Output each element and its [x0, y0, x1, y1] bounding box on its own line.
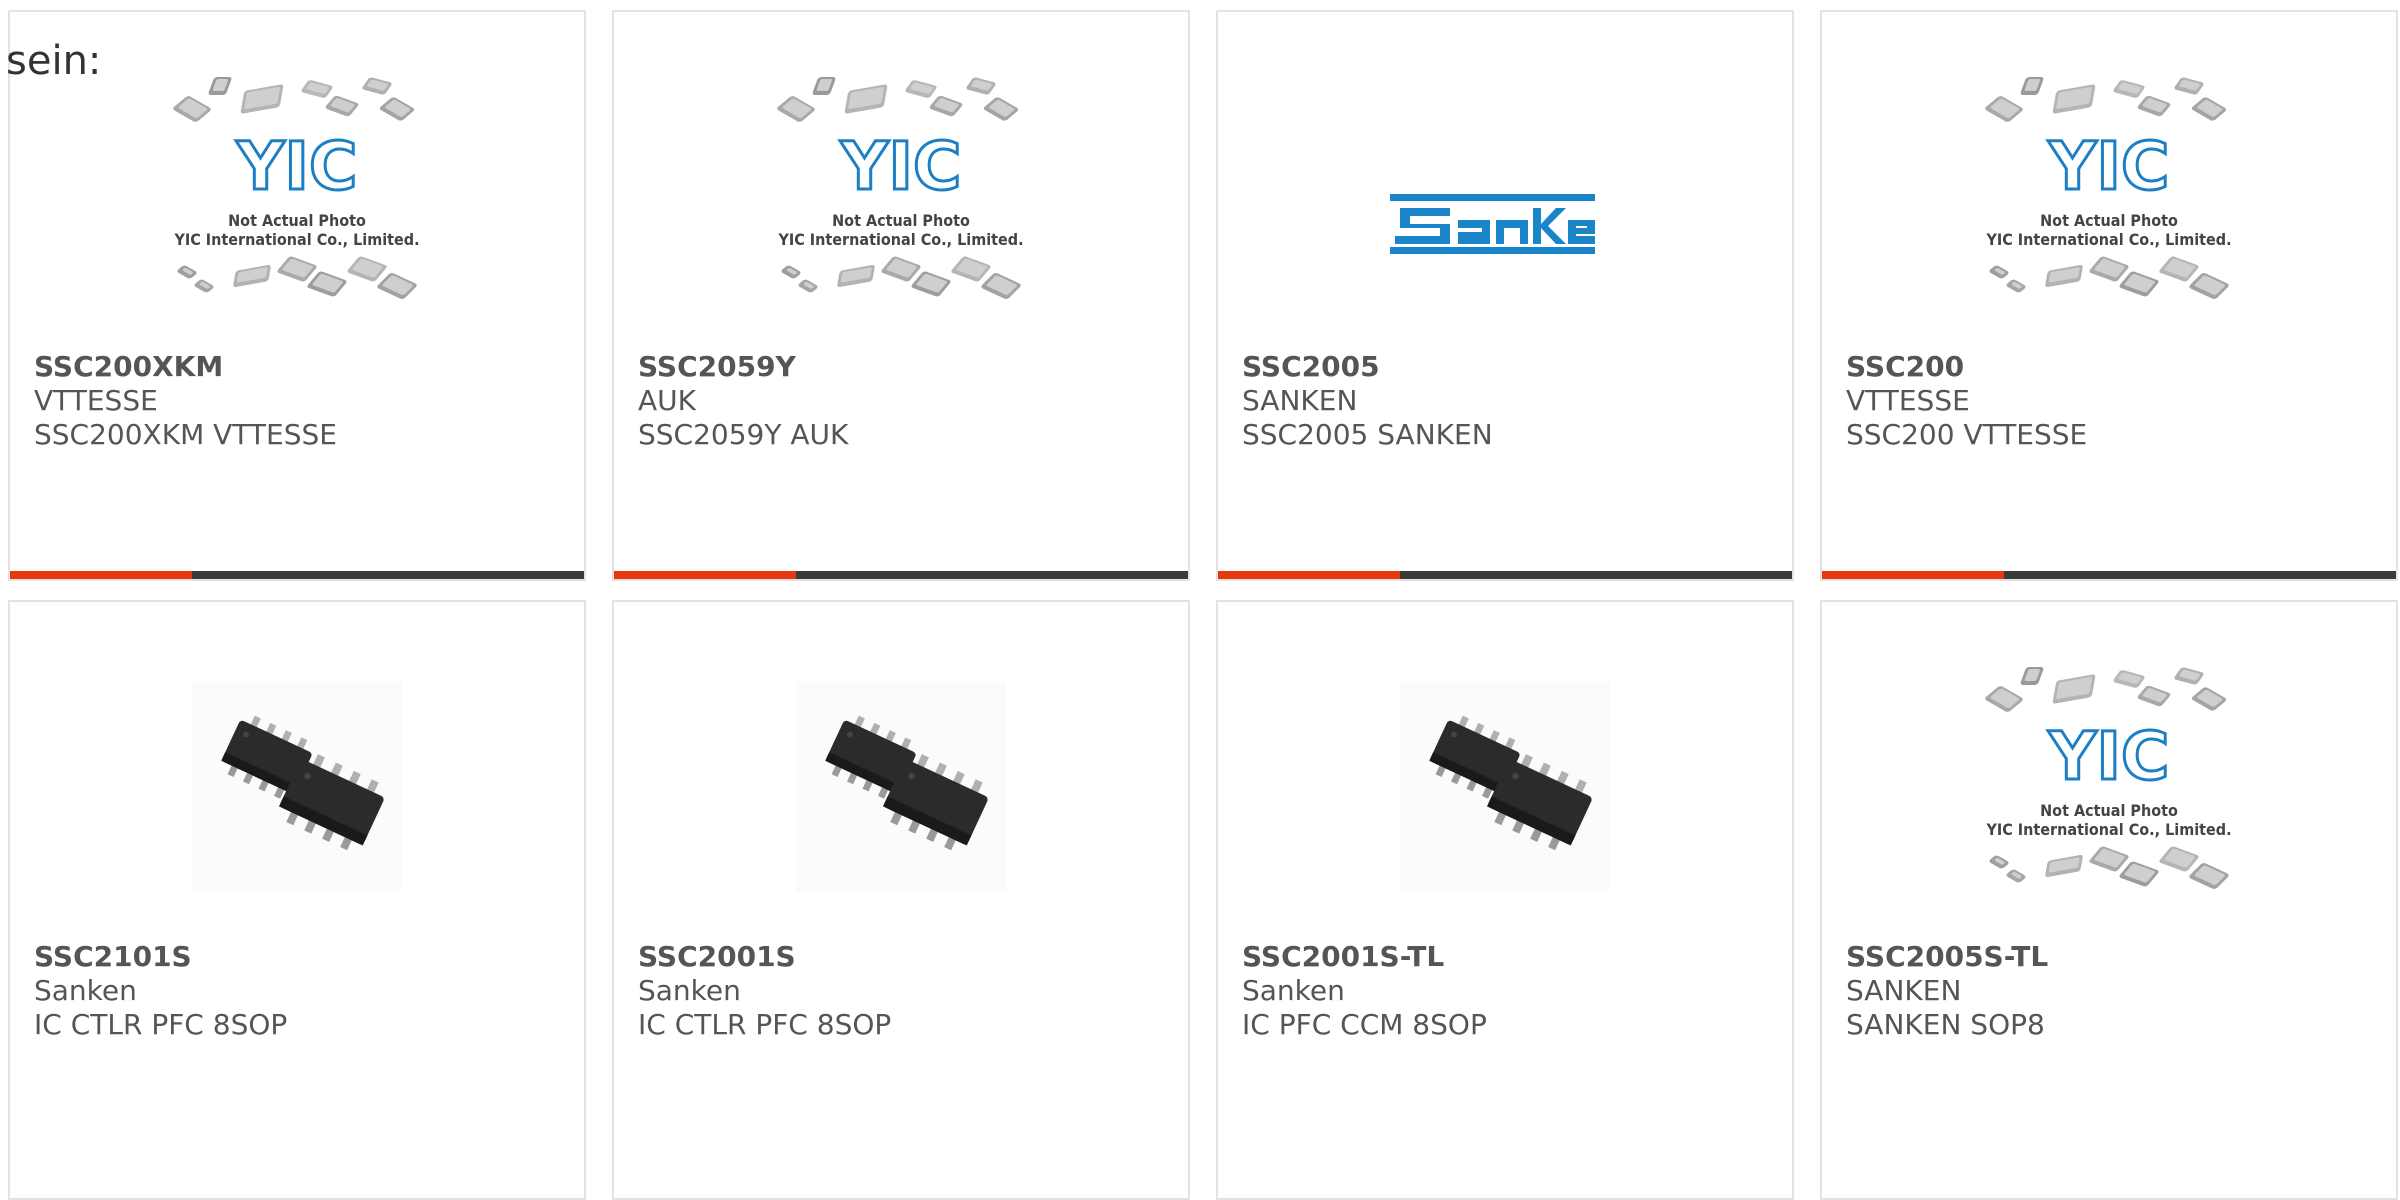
product-image[interactable]: YIC Not Actual Photo YIC International Co.…: [1822, 654, 2396, 944]
manufacturer: SANKEN: [1846, 974, 1962, 1007]
part-number-link[interactable]: SSC2059Y: [638, 350, 848, 384]
manufacturer: AUK: [638, 384, 697, 417]
yic-placeholder-image: YIC Not Actual PhotoYIC International Co.…: [173, 77, 420, 299]
svg-text:Not Actual Photo: Not Actual Photo: [228, 211, 366, 230]
product-grid: YIC Not Actual Photo YIC International Co.…: [8, 10, 2400, 1200]
product-card[interactable]: YIC Not Actual Photo YIC International Co.…: [612, 10, 1190, 581]
manufacturer: VTTESSE: [1846, 384, 1970, 417]
card-bar: [614, 571, 1188, 579]
svg-text:YIC International Co., Limited: YIC International Co., Limited.: [777, 230, 1023, 249]
yic-placeholder-image: YIC Not Actual PhotoYIC International Co.…: [1985, 77, 2232, 299]
part-number-link[interactable]: SSC200XKM: [34, 350, 337, 384]
sanken-logo-image: [1390, 194, 1595, 254]
svg-text:YIC International Co., Limited: YIC International Co., Limited.: [173, 230, 419, 249]
product-card[interactable]: YIC Not Actual Photo YIC International Co.…: [8, 10, 586, 581]
intro-text: sein:: [6, 38, 102, 84]
manufacturer: Sanken: [638, 974, 741, 1007]
manufacturer: Sanken: [1242, 974, 1345, 1007]
svg-text:YIC International Co., Limited: YIC International Co., Limited.: [1985, 230, 2231, 249]
part-number-link[interactable]: SSC200: [1846, 350, 2087, 384]
description: SANKEN SOP8: [1846, 1008, 2045, 1041]
product-image[interactable]: [1218, 682, 1792, 972]
yic-placeholder-image: YIC Not Actual PhotoYIC International Co.…: [1985, 667, 2232, 889]
yic-placeholder-image: YIC Not Actual PhotoYIC International Co.…: [777, 77, 1024, 299]
product-card[interactable]: SSC2001S-TL Sanken IC PFC CCM 8SOP: [1216, 600, 1794, 1200]
product-image[interactable]: YIC Not Actual Photo YIC International Co.…: [1822, 64, 2396, 354]
description: IC CTLR PFC 8SOP: [638, 1008, 892, 1041]
svg-text:Not Actual Photo: Not Actual Photo: [2040, 211, 2178, 230]
product-card[interactable]: YIC Not Actual Photo YIC International Co.…: [1820, 10, 2398, 581]
product-card[interactable]: SSC2001S Sanken IC CTLR PFC 8SOP: [612, 600, 1190, 1200]
description: SSC200XKM VTTESSE: [34, 418, 337, 451]
sop8-chip-image: [192, 682, 402, 892]
card-bar: [1218, 571, 1792, 579]
part-number-link[interactable]: SSC2101S: [34, 940, 287, 974]
manufacturer: Sanken: [34, 974, 137, 1007]
description: SSC200 VTTESSE: [1846, 418, 2088, 451]
product-image[interactable]: YIC Not Actual Photo YIC International Co.…: [614, 64, 1188, 354]
description: SSC2005 SANKEN: [1242, 418, 1493, 451]
part-number-link[interactable]: SSC2005: [1242, 350, 1493, 384]
product-card[interactable]: SSC2101S Sanken IC CTLR PFC 8SOP: [8, 600, 586, 1200]
description: SSC2059Y AUK: [638, 418, 849, 451]
svg-text:YIC: YIC: [236, 128, 358, 205]
sop8-chip-image: [796, 682, 1006, 892]
manufacturer: VTTESSE: [34, 384, 158, 417]
part-number-link[interactable]: SSC2001S-TL: [1242, 940, 1487, 974]
product-card[interactable]: SSC2005 SANKEN SSC2005 SANKEN: [1216, 10, 1794, 581]
product-image[interactable]: [10, 682, 584, 972]
manufacturer: SANKEN: [1242, 384, 1358, 417]
product-image[interactable]: [1218, 64, 1792, 354]
product-image[interactable]: YIC Not Actual Photo YIC International Co.…: [10, 64, 584, 354]
part-number-link[interactable]: SSC2001S: [638, 940, 891, 974]
svg-text:YIC International Co., Limited: YIC International Co., Limited.: [1985, 820, 2231, 839]
product-card[interactable]: YIC Not Actual Photo YIC International Co.…: [1820, 600, 2398, 1200]
svg-text:Not Actual Photo: Not Actual Photo: [2040, 801, 2178, 820]
description: IC PFC CCM 8SOP: [1242, 1008, 1487, 1041]
card-bar: [1822, 571, 2396, 579]
svg-text:YIC: YIC: [2048, 718, 2170, 795]
product-image[interactable]: [614, 682, 1188, 972]
svg-text:YIC: YIC: [840, 128, 962, 205]
part-number-link[interactable]: SSC2005S-TL: [1846, 940, 2048, 974]
sop8-chip-image: [1400, 682, 1610, 892]
description: IC CTLR PFC 8SOP: [34, 1008, 288, 1041]
svg-text:YIC: YIC: [2048, 128, 2170, 205]
svg-text:Not Actual Photo: Not Actual Photo: [832, 211, 970, 230]
card-bar: [10, 571, 584, 579]
